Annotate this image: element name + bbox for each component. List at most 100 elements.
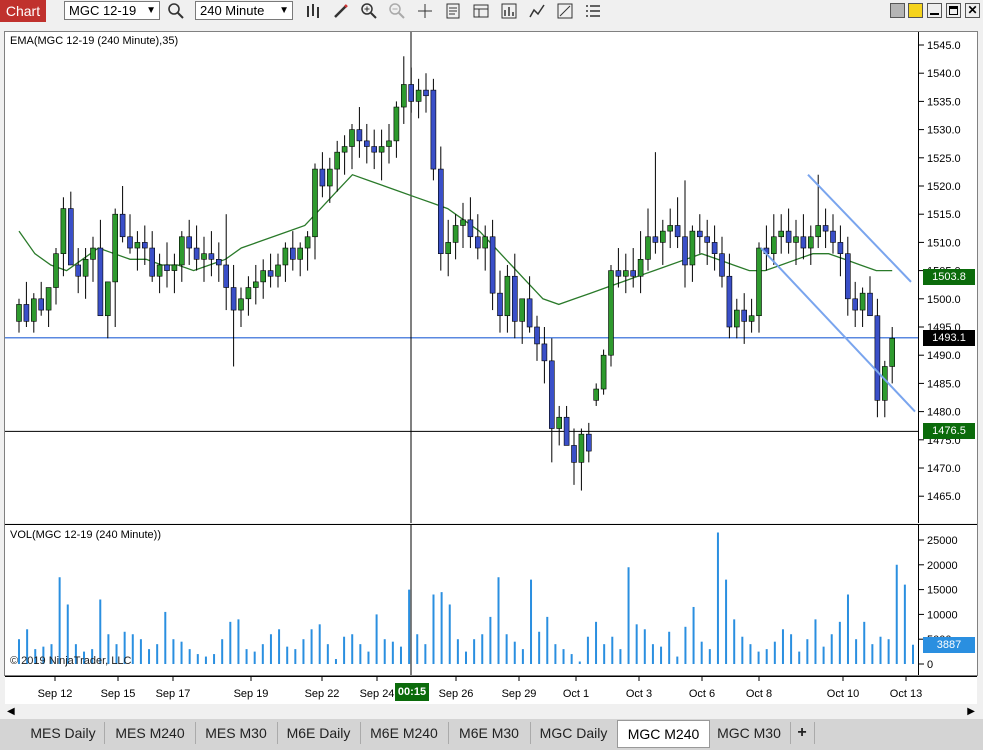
- time-tick-label: Sep 12: [38, 688, 73, 700]
- candle-body: [526, 298, 533, 328]
- candle-body: [830, 230, 836, 243]
- zoom-out-icon[interactable]: [388, 2, 406, 20]
- search-icon[interactable]: [167, 2, 185, 20]
- price-tick-label: 1465.0: [927, 491, 961, 503]
- price-tick-label: 1530.0: [927, 125, 961, 137]
- candle-body: [622, 270, 629, 277]
- candle-body: [201, 253, 207, 260]
- candle-body: [230, 287, 237, 311]
- candle-body: [186, 236, 192, 249]
- candle-body: [696, 230, 703, 238]
- instrument-link-icon[interactable]: [908, 3, 923, 18]
- candle-body: [253, 281, 259, 288]
- chevron-down-icon: ▼: [146, 5, 156, 16]
- chart-tab[interactable]: MGC M240: [617, 720, 710, 748]
- volume-axis[interactable]: 2500020000150001000050000 3887: [918, 524, 978, 676]
- candle-body: [667, 225, 674, 232]
- price-tick-label: 1490.0: [927, 350, 961, 362]
- bar-type-icon[interactable]: [305, 2, 323, 20]
- chart-tab-label[interactable]: Chart: [0, 0, 46, 22]
- time-tick-label: Sep 19: [234, 688, 269, 700]
- candle-body: [844, 253, 851, 300]
- strategies-icon[interactable]: [528, 2, 546, 20]
- menu-list-icon[interactable]: [584, 2, 602, 20]
- time-axis[interactable]: Sep 12 Sep 15 Sep 17 Sep 19 Sep 22 Sep 24 Sep …: [5, 676, 977, 705]
- candle-body: [326, 168, 333, 187]
- time-tick-label: Sep 17: [156, 688, 191, 700]
- candle-body: [260, 270, 266, 283]
- candle-body: [615, 270, 622, 277]
- drawing-tools-icon[interactable]: [556, 2, 574, 20]
- candle-body: [16, 304, 22, 322]
- time-tick-label: Sep 26: [439, 688, 474, 700]
- candle-body: [578, 433, 585, 463]
- cursor-price-marker: 1493.1: [923, 329, 975, 346]
- volume-panel[interactable]: VOL(MGC 12-19 (240 Minute)) © 2019 Ninja…: [5, 524, 918, 676]
- candle-body: [637, 259, 644, 277]
- candle-body: [519, 298, 526, 322]
- price-panel[interactable]: EMA(MGC 12-19 (240 Minute),35): [5, 31, 918, 523]
- time-tick-label: Oct 6: [689, 688, 715, 700]
- volume-tick-label: 10000: [927, 609, 958, 621]
- candle-body: [267, 270, 274, 277]
- candle-body: [149, 247, 155, 277]
- price-tick-label: 1525.0: [927, 153, 961, 165]
- chart-toolbar: Chart MGC 12-19 ▼ 240 Minute ▼ ✕: [0, 0, 983, 22]
- candle-body: [82, 259, 89, 277]
- scroll-right-icon[interactable]: ▶: [967, 706, 975, 717]
- templates-icon[interactable]: [472, 2, 490, 20]
- chart-tab[interactable]: M6E M240: [360, 722, 449, 744]
- minimize-icon[interactable]: [927, 3, 942, 18]
- scroll-left-icon[interactable]: ◀: [7, 706, 15, 717]
- cursor-time-marker: 00:15: [395, 683, 429, 701]
- candle-body: [356, 129, 363, 142]
- candle-body: [889, 337, 896, 367]
- chart-tab[interactable]: MGC M30: [708, 722, 791, 744]
- price-tick-label: 1540.0: [927, 68, 961, 80]
- close-icon[interactable]: ✕: [965, 3, 980, 18]
- candle-body: [304, 236, 311, 249]
- candle-body: [312, 168, 318, 238]
- candle-body: [630, 270, 637, 277]
- horizontal-scrollbar[interactable]: ◀ ▶: [4, 704, 978, 719]
- price-tick-label: 1535.0: [927, 96, 961, 108]
- candle-body: [423, 89, 429, 97]
- price-tick-label: 1545.0: [927, 40, 961, 52]
- volume-indicator-label: VOL(MGC 12-19 (240 Minute)): [10, 529, 161, 541]
- price-chart[interactable]: [5, 31, 918, 523]
- volume-chart[interactable]: [5, 525, 918, 676]
- candle-body: [23, 304, 30, 322]
- candle-body: [881, 366, 888, 401]
- price-axis[interactable]: 1545.0 1540.0 1535.0 1530.0 1525.0 1520.0 1515…: [918, 31, 978, 523]
- candle-body: [608, 270, 614, 356]
- candle-body: [659, 230, 666, 243]
- candle-body: [482, 236, 489, 249]
- properties-icon[interactable]: [444, 2, 462, 20]
- candle-body: [445, 242, 452, 254]
- indicators-icon[interactable]: [500, 2, 518, 20]
- chart-tab[interactable]: MES M30: [195, 722, 278, 744]
- candle-body: [585, 433, 592, 452]
- chart-tab[interactable]: M6E M30: [448, 722, 531, 744]
- zoom-in-icon[interactable]: [360, 2, 378, 20]
- chart-tab[interactable]: MGC Daily: [530, 722, 618, 744]
- time-tick-label: Sep 15: [101, 688, 136, 700]
- instrument-selector[interactable]: MGC 12-19 ▼: [64, 1, 160, 20]
- color-link-icon[interactable]: [890, 3, 905, 18]
- pencil-icon[interactable]: [332, 2, 350, 20]
- volume-tick-label: 20000: [927, 560, 958, 572]
- crosshair-icon[interactable]: [416, 2, 434, 20]
- chart-tab[interactable]: MES M240: [105, 722, 196, 744]
- add-tab-button[interactable]: +: [790, 722, 815, 744]
- candle-body: [371, 146, 378, 153]
- candle-body: [171, 264, 178, 271]
- candle-body: [38, 298, 45, 311]
- interval-selector[interactable]: 240 Minute ▼: [195, 1, 293, 20]
- candle-body: [704, 236, 711, 243]
- candle-body: [297, 247, 304, 260]
- candle-body: [541, 343, 548, 362]
- chart-tab[interactable]: M6E Daily: [277, 722, 361, 744]
- maximize-icon[interactable]: [946, 3, 961, 18]
- candle-body: [719, 253, 725, 277]
- chart-tab[interactable]: MES Daily: [22, 722, 105, 744]
